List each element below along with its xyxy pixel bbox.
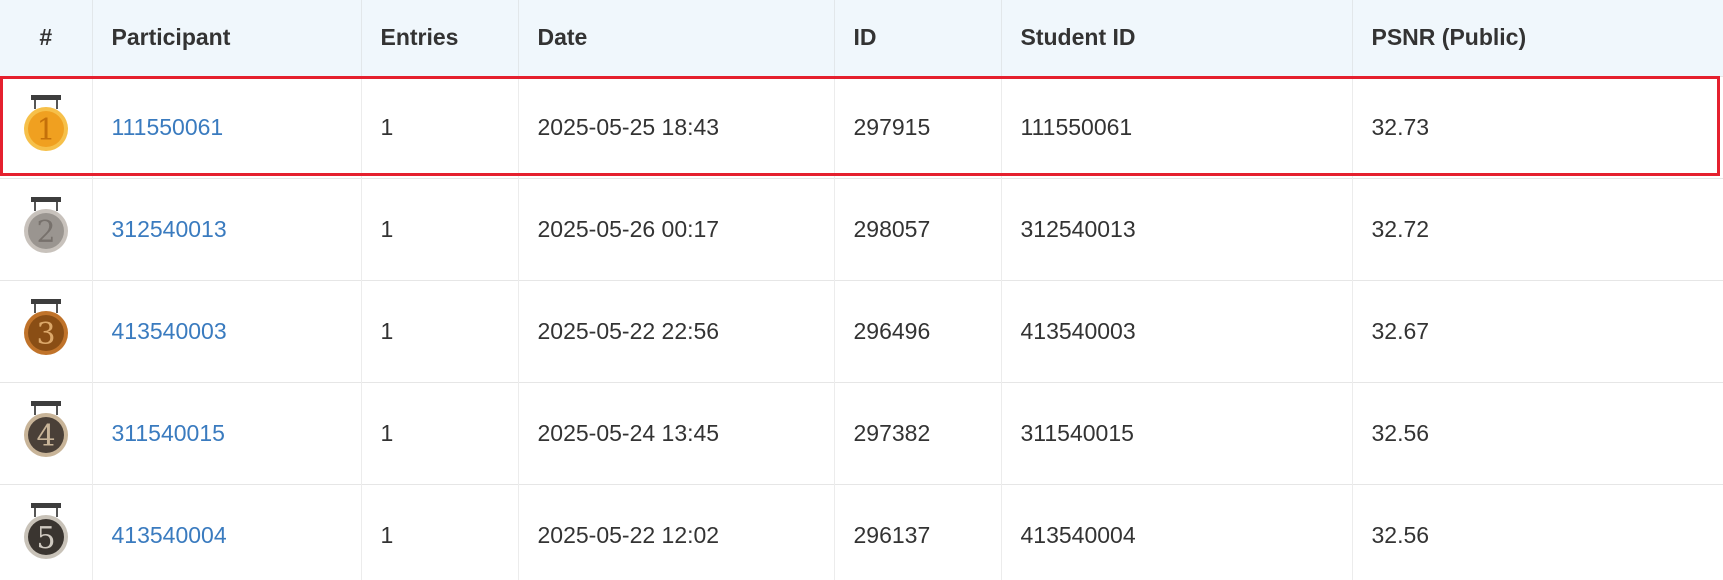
id-cell: 297915: [834, 76, 1002, 178]
participant-link[interactable]: 311540015: [112, 420, 225, 446]
psnr-cell: 32.56: [1371, 419, 1430, 446]
table-header-row: # Participant Entries Date ID Student ID…: [0, 0, 1723, 76]
medal-rank-label: 1: [36, 113, 55, 148]
rank-cell: 2: [0, 178, 93, 280]
table-row: 3 413540003 1 2025-05-22 22:56 296496 4135400…: [0, 280, 1723, 382]
student-id-cell: 311540015: [1001, 382, 1353, 484]
header-id[interactable]: ID: [834, 0, 1002, 76]
participant-cell: 111550061: [92, 76, 362, 178]
medal-rank-label: 3: [36, 317, 55, 352]
bronze-medal-icon: 3: [22, 296, 70, 366]
participant-link[interactable]: 312540013: [112, 216, 227, 242]
entries-cell: 1: [361, 280, 519, 382]
table-row: 4 311540015 1 2025-05-24 13:45 297382 3115400…: [0, 382, 1723, 484]
id-cell: 298057: [834, 178, 1002, 280]
table-row: 2 312540013 1 2025-05-26 00:17 298057 3125400…: [0, 178, 1723, 280]
participant-link[interactable]: 413540003: [112, 318, 227, 344]
student-id-cell: 312540013: [1001, 178, 1353, 280]
rank-cell: 1: [0, 76, 93, 178]
participant-link[interactable]: 111550061: [112, 114, 224, 140]
id-cell: 297382: [834, 382, 1002, 484]
participant-cell: 413540003: [92, 280, 362, 382]
entries-cell: 1: [361, 76, 519, 178]
date-cell: 2025-05-22 12:02: [518, 484, 835, 580]
header-participant[interactable]: Participant: [92, 0, 362, 76]
medal-rank-label: 4: [36, 419, 55, 454]
student-id-cell: 111550061: [1001, 76, 1353, 178]
table-row: 1 111550061 1 2025-05-25 18:43 297915 1115500…: [0, 76, 1723, 178]
date-cell: 2025-05-24 13:45: [518, 382, 835, 484]
header-date[interactable]: Date: [518, 0, 835, 76]
medal-rank-label: 2: [36, 215, 55, 250]
rank-cell: 5: [0, 484, 93, 580]
leaderboard: # Participant Entries Date ID Student ID…: [0, 0, 1723, 580]
entries-cell: 1: [361, 484, 519, 580]
date-cell: 2025-05-22 22:56: [518, 280, 835, 382]
psnr-cell: 32.67: [1371, 317, 1430, 344]
date-cell: 2025-05-26 00:17: [518, 178, 835, 280]
silver-medal-icon: 2: [22, 194, 70, 264]
date-cell: 2025-05-25 18:43: [518, 76, 835, 178]
student-id-cell: 413540003: [1001, 280, 1353, 382]
header-rank[interactable]: #: [0, 0, 93, 76]
student-id-cell: 413540004: [1001, 484, 1353, 580]
rank-cell: 4: [0, 382, 93, 484]
header-psnr[interactable]: PSNR (Public): [1352, 0, 1723, 76]
table-row: 5 413540004 1 2025-05-22 12:02 296137 4135400…: [0, 484, 1723, 580]
gold-medal-icon: 1: [22, 92, 70, 162]
rank-cell: 3: [0, 280, 93, 382]
medal-4-icon: 4: [22, 398, 70, 468]
psnr-cell: 32.56: [1371, 521, 1430, 548]
participant-link[interactable]: 413540004: [112, 522, 227, 548]
leaderboard-table: # Participant Entries Date ID Student ID…: [0, 0, 1723, 580]
psnr-cell: 32.72: [1371, 215, 1430, 242]
id-cell: 296496: [834, 280, 1002, 382]
participant-cell: 312540013: [92, 178, 362, 280]
header-entries[interactable]: Entries: [361, 0, 519, 76]
entries-cell: 1: [361, 382, 519, 484]
participant-cell: 311540015: [92, 382, 362, 484]
id-cell: 296137: [834, 484, 1002, 580]
participant-cell: 413540004: [92, 484, 362, 580]
entries-cell: 1: [361, 178, 519, 280]
medal-5-icon: 5: [22, 500, 70, 570]
header-student-id[interactable]: Student ID: [1001, 0, 1353, 76]
psnr-cell: 32.73: [1371, 113, 1430, 140]
medal-rank-label: 5: [36, 521, 55, 556]
